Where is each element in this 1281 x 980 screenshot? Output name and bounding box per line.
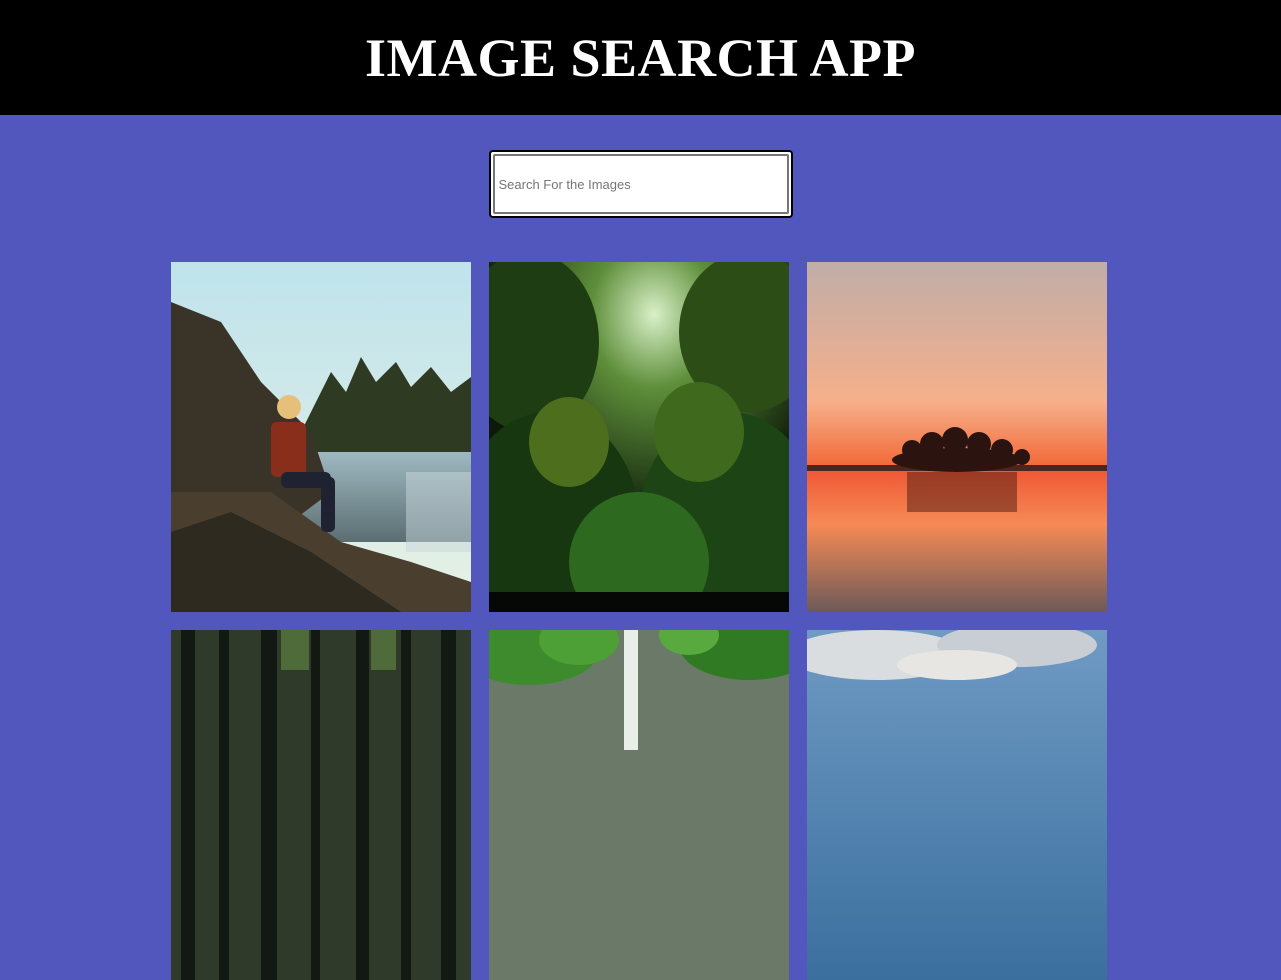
image-grid: [171, 262, 1107, 980]
search-container: [0, 115, 1281, 218]
photo-forest-trees: [171, 630, 471, 980]
photo-cloudy-sky: [807, 630, 1107, 980]
app-title: IMAGE SEARCH APP: [364, 27, 917, 88]
image-result[interactable]: [171, 630, 471, 980]
image-result[interactable]: [807, 262, 1107, 612]
photo-waterfall-trees: [489, 630, 789, 980]
search-box: [488, 150, 793, 218]
image-result[interactable]: [807, 630, 1107, 980]
image-result[interactable]: [489, 630, 789, 980]
image-result[interactable]: [489, 262, 789, 612]
photo-sunset-island-lake: [807, 262, 1107, 612]
search-input[interactable]: [492, 154, 789, 214]
photo-woman-by-river: [171, 262, 471, 612]
app-header: IMAGE SEARCH APP: [0, 0, 1281, 115]
image-result[interactable]: [171, 262, 471, 612]
photo-green-forest: [489, 262, 789, 612]
